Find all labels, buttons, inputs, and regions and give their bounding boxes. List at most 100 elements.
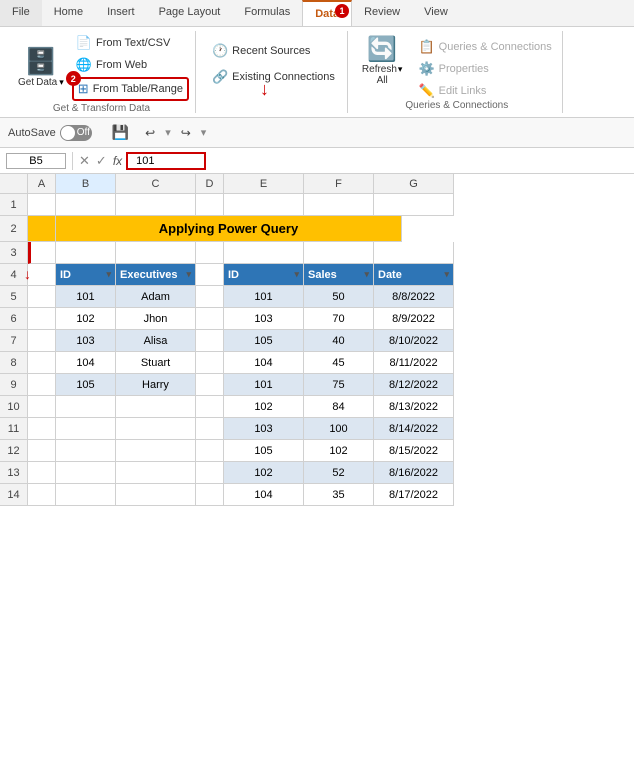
cell-e8[interactable]: 104 [224, 352, 304, 374]
cell-a2[interactable] [28, 216, 56, 242]
cell-g7[interactable]: 8/10/2022 [374, 330, 454, 352]
cell-g1[interactable] [374, 194, 454, 216]
cell-f6[interactable]: 70 [304, 308, 374, 330]
cell-a12[interactable] [28, 440, 56, 462]
cell-b14[interactable] [56, 484, 116, 506]
get-data-button[interactable]: 🗄️ Get Data ▾ [14, 44, 68, 90]
cell-reference-box[interactable]: B5 [6, 153, 66, 169]
cell-a5[interactable] [28, 286, 56, 308]
cell-f8[interactable]: 45 [304, 352, 374, 374]
cell-d3[interactable] [196, 242, 224, 264]
undo-button[interactable]: ↩ [139, 124, 161, 142]
cell-b12[interactable] [56, 440, 116, 462]
cell-f4-header[interactable]: Sales▾ [304, 264, 374, 286]
cell-a14[interactable] [28, 484, 56, 506]
cell-b8[interactable]: 104 [56, 352, 116, 374]
cell-f5[interactable]: 50 [304, 286, 374, 308]
cell-a8[interactable] [28, 352, 56, 374]
tab-home[interactable]: Home [42, 0, 95, 26]
cell-f13[interactable]: 52 [304, 462, 374, 484]
col-header-d[interactable]: D [196, 174, 224, 194]
cell-a4[interactable] [28, 264, 56, 286]
tab-formulas[interactable]: Formulas [232, 0, 302, 26]
cell-e10[interactable]: 102 [224, 396, 304, 418]
cell-g6[interactable]: 8/9/2022 [374, 308, 454, 330]
cell-e7[interactable]: 105 [224, 330, 304, 352]
cell-c9[interactable]: Harry [116, 374, 196, 396]
cell-a10[interactable] [28, 396, 56, 418]
tab-review[interactable]: Review [352, 0, 412, 26]
cell-e13[interactable]: 102 [224, 462, 304, 484]
cell-e9[interactable]: 101 [224, 374, 304, 396]
edit-links-button[interactable]: ✏️ Edit Links [414, 81, 555, 101]
cell-b11[interactable] [56, 418, 116, 440]
from-table-range-button[interactable]: ⊞ From Table/Range [74, 79, 187, 99]
cell-c11[interactable] [116, 418, 196, 440]
cell-b6[interactable]: 102 [56, 308, 116, 330]
cell-d11[interactable] [196, 418, 224, 440]
recent-sources-button[interactable]: 🕐 Recent Sources [208, 41, 339, 61]
cell-g13[interactable]: 8/16/2022 [374, 462, 454, 484]
from-text-csv-button[interactable]: 📄 From Text/CSV [72, 33, 189, 53]
cell-b10[interactable] [56, 396, 116, 418]
cell-f9[interactable]: 75 [304, 374, 374, 396]
cell-g8[interactable]: 8/11/2022 [374, 352, 454, 374]
confirm-icon[interactable]: ✓ [96, 153, 107, 169]
cell-g4-header[interactable]: Date▾ [374, 264, 454, 286]
properties-button[interactable]: ⚙️ Properties [414, 59, 555, 79]
cell-d13[interactable] [196, 462, 224, 484]
cell-e1[interactable] [224, 194, 304, 216]
cell-g10[interactable]: 8/13/2022 [374, 396, 454, 418]
col-header-g[interactable]: G [374, 174, 454, 194]
cell-c13[interactable] [116, 462, 196, 484]
cell-g9[interactable]: 8/12/2022 [374, 374, 454, 396]
cell-e6[interactable]: 103 [224, 308, 304, 330]
cell-d1[interactable] [196, 194, 224, 216]
cell-a1[interactable] [28, 194, 56, 216]
from-web-button[interactable]: 🌐 From Web [72, 55, 189, 75]
cell-c14[interactable] [116, 484, 196, 506]
cell-c5[interactable]: Adam [116, 286, 196, 308]
cancel-icon[interactable]: ✕ [79, 153, 90, 169]
cell-a9[interactable] [28, 374, 56, 396]
cell-d6[interactable] [196, 308, 224, 330]
cell-f7[interactable]: 40 [304, 330, 374, 352]
cell-d10[interactable] [196, 396, 224, 418]
cell-g12[interactable]: 8/15/2022 [374, 440, 454, 462]
cell-d14[interactable] [196, 484, 224, 506]
cell-b7[interactable]: 103 [56, 330, 116, 352]
tab-data[interactable]: Data 1 [302, 0, 352, 26]
autosave-toggle[interactable]: Off [60, 125, 92, 141]
refresh-all-button[interactable]: 🔄 Refresh ▾ All [358, 33, 407, 88]
cell-c6[interactable]: Jhon [116, 308, 196, 330]
cell-e11[interactable]: 103 [224, 418, 304, 440]
cell-f1[interactable] [304, 194, 374, 216]
formula-value-box[interactable]: 101 [126, 152, 206, 170]
cell-f14[interactable]: 35 [304, 484, 374, 506]
cell-c1[interactable] [116, 194, 196, 216]
cell-f11[interactable]: 100 [304, 418, 374, 440]
cell-d4[interactable] [196, 264, 224, 286]
cell-b1[interactable] [56, 194, 116, 216]
cell-a13[interactable] [28, 462, 56, 484]
cell-c3[interactable] [116, 242, 196, 264]
save-button[interactable]: 💾 [106, 122, 135, 143]
tab-file[interactable]: File [0, 0, 42, 26]
cell-b4-header[interactable]: ID▾ [56, 264, 116, 286]
cell-d12[interactable] [196, 440, 224, 462]
cell-c4-header[interactable]: Executives▾ [116, 264, 196, 286]
col-header-e[interactable]: E [224, 174, 304, 194]
tab-view[interactable]: View [412, 0, 460, 26]
cell-g11[interactable]: 8/14/2022 [374, 418, 454, 440]
cell-f10[interactable]: 84 [304, 396, 374, 418]
cell-d7[interactable] [196, 330, 224, 352]
queries-connections-button[interactable]: 📋 Queries & Connections [414, 37, 555, 57]
cell-c10[interactable] [116, 396, 196, 418]
cell-a11[interactable] [28, 418, 56, 440]
cell-g5[interactable]: 8/8/2022 [374, 286, 454, 308]
cell-g14[interactable]: 8/17/2022 [374, 484, 454, 506]
cell-d8[interactable] [196, 352, 224, 374]
col-header-f[interactable]: F [304, 174, 374, 194]
cell-b13[interactable] [56, 462, 116, 484]
cell-d9[interactable] [196, 374, 224, 396]
